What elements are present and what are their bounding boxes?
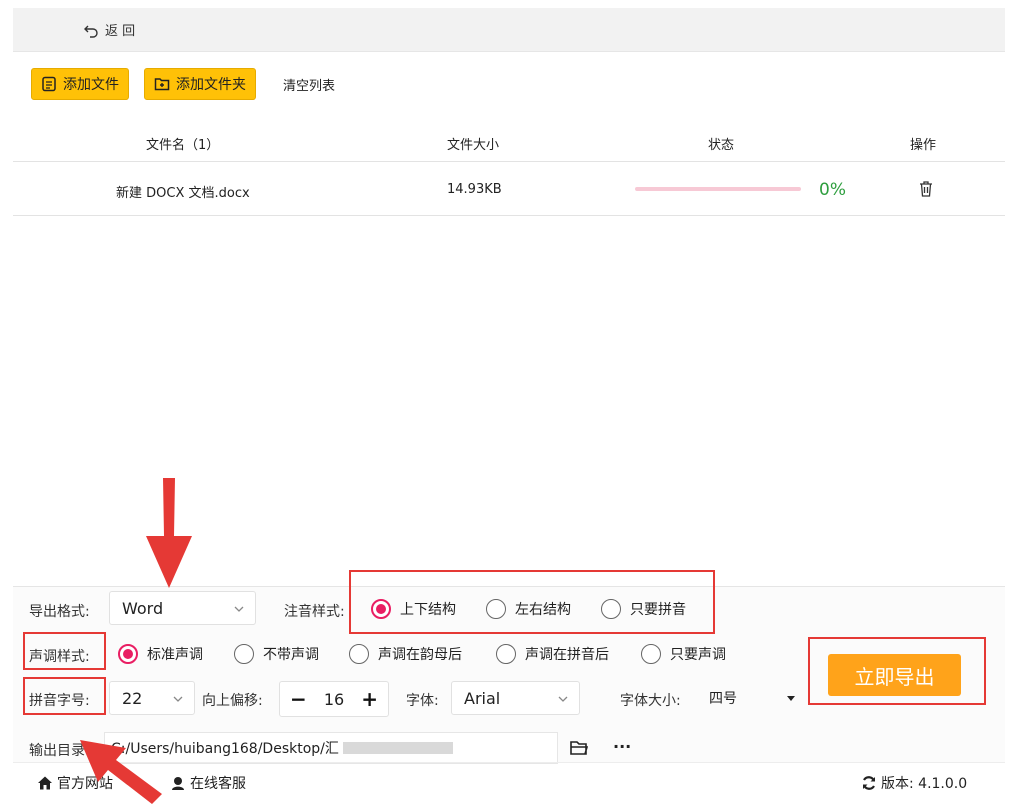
header-filesize: 文件大小 bbox=[447, 138, 500, 153]
back-arrow-icon bbox=[84, 25, 98, 38]
folder-add-icon bbox=[154, 78, 170, 91]
chevron-down-icon bbox=[558, 696, 568, 702]
radio-label: 左右结构 bbox=[515, 602, 571, 618]
official-site-label: 官方网站 bbox=[57, 776, 113, 792]
settings-panel: 导出格式: Word 注音样式: 上下结构 左右结构 只要拼音 声调样式: 标准… bbox=[13, 586, 1005, 764]
add-file-button[interactable]: 添加文件 bbox=[31, 68, 129, 100]
folder-open-icon[interactable] bbox=[569, 739, 589, 757]
header-actions: 操作 bbox=[910, 138, 937, 153]
annotation-style-label: 注音样式: bbox=[284, 604, 345, 620]
version-info[interactable]: 版本: 4.1.0.0 bbox=[861, 773, 967, 793]
chevron-down-icon bbox=[173, 696, 183, 702]
font-size-select[interactable]: 四号 bbox=[697, 681, 807, 715]
toolbar: 添加文件 添加文件夹 清空列表 bbox=[31, 68, 347, 100]
header-filename: 文件名（1） bbox=[146, 138, 220, 153]
output-dir-label: 输出目录: bbox=[29, 743, 90, 759]
radio-label: 不带声调 bbox=[263, 647, 319, 663]
clear-list-button[interactable]: 清空列表 bbox=[271, 68, 347, 100]
home-icon bbox=[38, 776, 52, 790]
radio-label: 只要声调 bbox=[670, 647, 726, 663]
export-format-value: Word bbox=[122, 598, 164, 618]
radio-no-tone[interactable]: 不带声调 bbox=[234, 644, 319, 664]
chevron-down-icon bbox=[234, 606, 244, 612]
radio-dot bbox=[496, 644, 516, 664]
font-size-label: 字体大小: bbox=[620, 693, 681, 709]
header-status: 状态 bbox=[708, 138, 735, 153]
footer: 官方网站 在线客服 版本: 4.1.0.0 bbox=[13, 762, 1005, 804]
online-service-label: 在线客服 bbox=[190, 776, 246, 792]
table-header: 文件名（1） 文件大小 状态 操作 bbox=[13, 122, 1005, 162]
export-now-button[interactable]: 立即导出 bbox=[828, 654, 961, 696]
radio-label: 声调在韵母后 bbox=[378, 647, 462, 663]
pinyin-size-label: 拼音字号: bbox=[29, 693, 90, 709]
font-size-value: 四号 bbox=[709, 691, 737, 707]
add-file-label: 添加文件 bbox=[63, 77, 119, 93]
progress-bar bbox=[635, 187, 801, 191]
pinyin-size-select[interactable]: 22 bbox=[109, 681, 195, 715]
font-select[interactable]: Arial bbox=[451, 681, 580, 715]
radio-label: 上下结构 bbox=[400, 602, 456, 618]
offset-stepper[interactable]: − 16 + bbox=[279, 681, 389, 717]
app-window: 返 回 添加文件 添加文件夹 清空列表 文件名（1） 文件大小 状态 操作 新建… bbox=[13, 8, 1005, 804]
table-row[interactable]: 新建 DOCX 文档.docx 14.93KB 0% bbox=[13, 162, 1005, 216]
progress-percent: 0% bbox=[819, 180, 846, 200]
radio-standard-tone[interactable]: 标准声调 bbox=[118, 644, 203, 664]
increment-button[interactable]: + bbox=[361, 687, 378, 711]
support-agent-icon bbox=[172, 777, 184, 790]
tone-style-label: 声调样式: bbox=[29, 649, 90, 665]
add-folder-button[interactable]: 添加文件夹 bbox=[144, 68, 256, 100]
radio-top-bottom[interactable]: 上下结构 bbox=[371, 599, 456, 619]
file-name: 新建 DOCX 文档.docx bbox=[116, 186, 250, 201]
trash-icon[interactable] bbox=[918, 180, 934, 198]
back-label: 返 回 bbox=[105, 24, 136, 39]
file-icon bbox=[42, 76, 56, 92]
radio-label: 声调在拼音后 bbox=[525, 647, 609, 663]
decrement-button[interactable]: − bbox=[290, 687, 307, 711]
add-folder-label: 添加文件夹 bbox=[176, 77, 246, 93]
offset-label: 向上偏移: bbox=[202, 693, 263, 709]
top-bar: 返 回 bbox=[13, 8, 1005, 52]
caret-down-icon bbox=[787, 696, 795, 701]
radio-label: 标准声调 bbox=[147, 647, 203, 663]
redacted-path bbox=[342, 742, 453, 754]
radio-tone-after-final[interactable]: 声调在韵母后 bbox=[349, 644, 462, 664]
radio-pinyin-only[interactable]: 只要拼音 bbox=[601, 599, 686, 619]
radio-dot-selected bbox=[118, 644, 138, 664]
radio-dot-selected bbox=[371, 599, 391, 619]
more-options-button[interactable]: ··· bbox=[613, 737, 631, 756]
file-size: 14.93KB bbox=[447, 182, 502, 197]
radio-label: 只要拼音 bbox=[630, 602, 686, 618]
output-dir-input[interactable]: C:/Users/huibang168/Desktop/汇 bbox=[104, 732, 558, 764]
font-label: 字体: bbox=[406, 693, 439, 709]
pinyin-size-value: 22 bbox=[122, 688, 143, 708]
radio-dot bbox=[601, 599, 621, 619]
output-dir-value: C:/Users/huibang168/Desktop/汇 bbox=[111, 741, 339, 757]
online-service-link[interactable]: 在线客服 bbox=[170, 773, 246, 793]
offset-value: 16 bbox=[323, 689, 345, 709]
font-value: Arial bbox=[464, 688, 501, 708]
radio-dot bbox=[349, 644, 369, 664]
radio-tone-after-pinyin[interactable]: 声调在拼音后 bbox=[496, 644, 609, 664]
version-label: 版本: 4.1.0.0 bbox=[881, 776, 968, 792]
export-format-select[interactable]: Word bbox=[109, 591, 256, 625]
radio-left-right[interactable]: 左右结构 bbox=[486, 599, 571, 619]
radio-tone-only[interactable]: 只要声调 bbox=[641, 644, 726, 664]
export-format-label: 导出格式: bbox=[29, 604, 90, 620]
refresh-icon bbox=[862, 776, 876, 790]
radio-dot bbox=[641, 644, 661, 664]
radio-dot bbox=[486, 599, 506, 619]
radio-dot bbox=[234, 644, 254, 664]
back-button[interactable]: 返 回 bbox=[83, 20, 135, 39]
official-site-link[interactable]: 官方网站 bbox=[37, 773, 113, 793]
